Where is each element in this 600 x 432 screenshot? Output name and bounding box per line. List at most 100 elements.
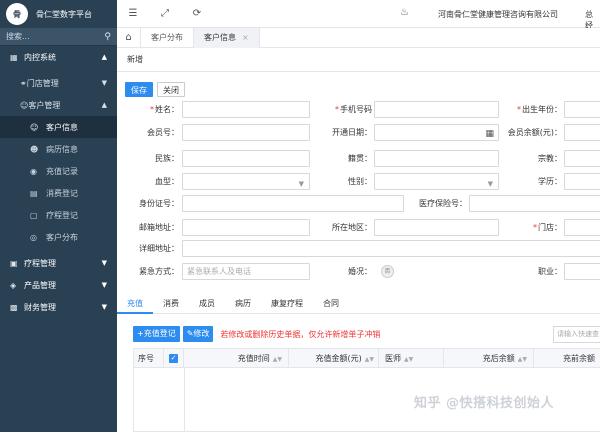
menu-group-label: 财务管理 <box>24 302 56 312</box>
menu-group-finance[interactable]: ▩ 财务管理 ▼ <box>0 296 117 318</box>
col-index: 序号 <box>134 349 164 368</box>
marriage-label: 婚况： <box>348 267 372 276</box>
warning-text: 若修改或删除历史单据，仅允许新增单子冲销 <box>220 329 381 339</box>
name-field[interactable] <box>182 101 310 118</box>
tab-recharge[interactable]: 充值 <box>117 294 153 314</box>
detail-address-label: 详细地址： <box>139 244 179 253</box>
main-panel: 保存 关闭 *姓名： *手机号码 *出生年份： 会员号： 开通日期： ▦ 会员余… <box>117 72 600 432</box>
sidebar-item-distribution[interactable]: ◎ 客户分布 <box>0 226 117 248</box>
tab-rehab[interactable]: 康复疗程 <box>261 294 313 314</box>
search-icon[interactable]: ⚲ <box>104 32 111 42</box>
calendar-icon[interactable]: ▦ <box>485 127 494 142</box>
detail-address-field[interactable] <box>182 240 600 257</box>
fullscreen-icon[interactable]: ⤢ <box>149 8 181 19</box>
plus-icon: + <box>137 329 144 338</box>
tab-customer-info[interactable]: 客户信息 × <box>194 27 260 48</box>
map-pin-icon: ◎ <box>30 232 37 242</box>
store-field[interactable] <box>564 219 600 236</box>
col-doctor[interactable]: 医师 ▲▼ <box>379 349 444 368</box>
close-button[interactable]: 关闭 <box>157 82 185 97</box>
menu-group-internal[interactable]: ▦ 内控系统 ▲ <box>0 46 117 68</box>
chevron-down-icon: ▼ <box>101 79 107 87</box>
home-icon[interactable]: ⌂ <box>117 27 141 48</box>
sort-icon: ▲▼ <box>404 356 414 363</box>
add-recharge-button[interactable]: +充值登记 <box>133 326 180 342</box>
col-select-all[interactable]: ✓ <box>164 349 184 368</box>
bell-icon[interactable]: ♨ <box>400 7 409 18</box>
briefcase-icon: ▣ <box>10 258 18 268</box>
sort-icon: ▲▼ <box>364 356 374 363</box>
coin-icon: ◉ <box>30 166 37 176</box>
tab-medical[interactable]: 病历 <box>225 294 261 314</box>
sidebar-item-label: 客户分布 <box>46 232 78 242</box>
contact-label: 紧急方式： <box>139 267 179 276</box>
refresh-icon[interactable]: ⟳ <box>181 8 213 19</box>
sidebar-section-label: 门店管理 <box>26 78 59 88</box>
col-balance-after[interactable]: 充后余额 ▲▼ <box>444 349 534 368</box>
menu-group-treatment[interactable]: ▣ 疗程管理 ▼ <box>0 252 117 274</box>
marriage-toggle[interactable]: 否 <box>381 265 394 278</box>
gender-select[interactable]: ▼ <box>374 173 499 190</box>
menu-group-label: 疗程管理 <box>24 258 56 268</box>
birth-field[interactable] <box>564 101 600 118</box>
insurance-field[interactable] <box>469 195 600 212</box>
box-icon: ◈ <box>10 280 17 290</box>
gender-label: 性别： <box>348 177 372 186</box>
job-field[interactable] <box>564 263 600 280</box>
col-recharge-time[interactable]: 充值时间 ▲▼ <box>184 349 289 368</box>
watermark: 知乎 @快搭科技创始人 <box>414 396 555 411</box>
col-balance-before[interactable]: 充前余额 <box>534 349 600 368</box>
blood-label: 血型： <box>155 177 179 186</box>
phone-field[interactable] <box>374 101 499 118</box>
id-card-label: 身份证号： <box>139 199 179 208</box>
tab-customer-distribution[interactable]: 客户分布 <box>141 27 194 48</box>
origin-field[interactable] <box>374 150 499 167</box>
chevron-up-icon: ▲ <box>101 101 107 109</box>
tab-label: 客户信息 <box>204 32 236 42</box>
chevron-down-icon: ▼ <box>101 259 107 267</box>
chevron-up-icon: ▲ <box>101 53 107 61</box>
address-field[interactable] <box>182 219 310 236</box>
tab-consumption[interactable]: 消费 <box>153 294 189 314</box>
edu-select[interactable] <box>564 173 600 190</box>
tab-contract[interactable]: 合同 <box>313 294 349 314</box>
sidebar-item-medical-records[interactable]: ☻ 病历信息 <box>0 138 117 160</box>
sidebar-item-treatment[interactable]: ▢ 疗程登记 <box>0 204 117 226</box>
ethnic-label: 民族： <box>155 154 179 163</box>
religion-field[interactable] <box>564 150 600 167</box>
menu-group-product[interactable]: ◈ 产品管理 ▼ <box>0 274 117 296</box>
close-icon[interactable]: × <box>242 28 249 48</box>
sidebar-item-recharge[interactable]: ◉ 充值记录 <box>0 160 117 182</box>
company-name: 河南骨仁堂健康管理咨询有限公司 <box>438 10 558 19</box>
sidebar-item-customer-mgmt[interactable]: ☺客户管理 ▲ <box>0 94 117 116</box>
sidebar-item-label: 病历信息 <box>46 144 78 154</box>
brand: 骨 骨仁堂数字平台 <box>0 0 117 28</box>
open-date-field[interactable]: ▦ <box>374 124 499 141</box>
phone-label: *手机号码 <box>335 105 372 114</box>
col-recharge-amount[interactable]: 充值金额(元) ▲▼ <box>289 349 379 368</box>
users-icon: ☻ <box>30 144 39 154</box>
sidebar-item-label: 客户信息 <box>46 122 78 132</box>
save-button[interactable]: 保存 <box>125 82 153 97</box>
ethnic-field[interactable] <box>182 150 310 167</box>
sidebar-search-input[interactable] <box>6 32 86 41</box>
menu-collapse-icon[interactable]: ☰ <box>117 8 149 19</box>
blood-select[interactable]: ▼ <box>182 173 310 190</box>
app-logo: 骨 <box>6 3 28 25</box>
region-field[interactable] <box>374 219 499 236</box>
edu-label: 学历： <box>538 177 562 186</box>
member-no-field[interactable] <box>182 124 310 141</box>
contact-field[interactable]: 紧急联系人及电话 <box>182 263 310 280</box>
grid-toolbar: +充值登记 ✎修改 若修改或删除历史单据，仅允许新增单子冲销 <box>133 326 380 342</box>
sidebar-item-consumption[interactable]: ▤ 消费登记 <box>0 182 117 204</box>
detail-tabs: 充值 消费 成员 病历 康复疗程 合同 <box>117 294 600 314</box>
balance-field[interactable] <box>564 124 600 141</box>
quick-search-input[interactable]: 请输入快速查 <box>553 326 600 343</box>
sidebar-item-label: 消费登记 <box>46 188 78 198</box>
tab-members[interactable]: 成员 <box>189 294 225 314</box>
sidebar-item-store-mgmt[interactable]: ⚭门店管理 ▼ <box>0 72 117 94</box>
sidebar-item-customer-info[interactable]: ☺ 客户信息 <box>0 116 117 138</box>
edit-button[interactable]: ✎修改 <box>182 326 214 342</box>
id-card-field[interactable] <box>182 195 404 212</box>
checkbox-icon: ✓ <box>169 354 178 363</box>
